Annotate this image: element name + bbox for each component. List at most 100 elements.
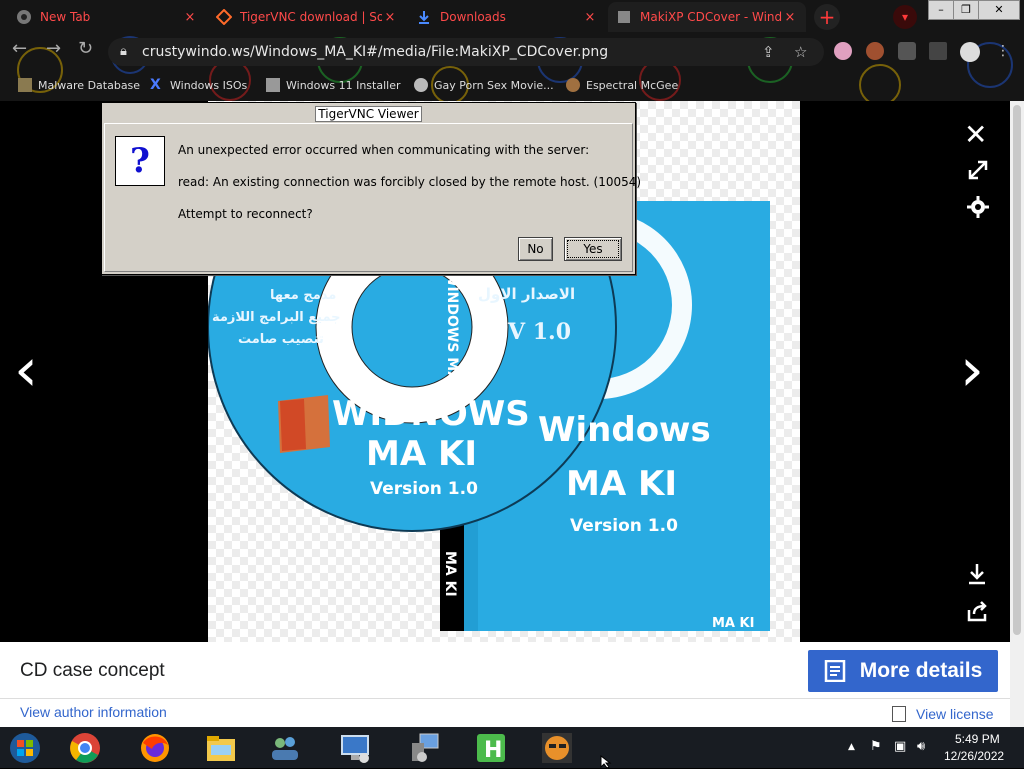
browser-chrome: New Tab × TigerVNC download | Sou × Down… <box>0 0 1024 101</box>
previous-image-icon[interactable]: ‹ <box>14 340 38 400</box>
view-license-label: View license <box>916 706 994 722</box>
mouse-cursor-icon <box>600 755 612 769</box>
flag-icon[interactable]: ⚑ <box>870 739 882 754</box>
box-brand: MA KI <box>712 616 754 631</box>
bookmarks-bar: Malware Database X Windows ISOs Windows … <box>0 72 1024 98</box>
dialog-message-line-3: Attempt to reconnect? <box>178 207 313 221</box>
network-icon[interactable]: ▣ <box>894 739 906 754</box>
file-details-icon <box>824 660 845 682</box>
share-icon[interactable]: ⇪ <box>762 43 775 61</box>
view-author-link[interactable]: View author information <box>20 704 167 720</box>
box-title-1: Windows <box>538 410 711 450</box>
disc-arabic-line-2: جميع البرامج اللازمة <box>212 310 341 325</box>
tab-search-icon[interactable]: ▾ <box>893 5 917 29</box>
spine-bottom-text: MA KI <box>442 551 458 597</box>
tab-close-icon[interactable]: × <box>382 10 398 25</box>
network-tool-taskbar-icon[interactable] <box>408 731 442 765</box>
chrome-icon <box>17 10 31 24</box>
bookmark-windows-isos[interactable]: X Windows ISOs <box>150 75 247 95</box>
back-icon[interactable]: ← <box>12 38 27 66</box>
box-title-2: MA KI <box>566 464 677 504</box>
dialog-body: ? An unexpected error occurred when comm… <box>104 123 641 272</box>
tab-close-icon[interactable]: × <box>182 10 198 25</box>
box-version: Version 1.0 <box>570 516 678 536</box>
tab-title: Downloads <box>440 10 506 24</box>
chrome-taskbar-icon[interactable] <box>68 731 102 765</box>
dialog-message-line-1: An unexpected error occurred when commun… <box>178 143 590 157</box>
tab-downloads[interactable]: Downloads × <box>408 2 606 32</box>
tigervnc-taskbar-icon[interactable] <box>540 731 574 765</box>
tab-title: New Tab <box>40 10 91 24</box>
share-icon[interactable] <box>966 600 990 626</box>
fullscreen-icon[interactable] <box>966 158 990 186</box>
box-arabic: الاصدار الاول <box>478 285 575 303</box>
divider <box>0 698 1010 699</box>
next-image-icon[interactable]: › <box>960 340 984 400</box>
remote-desktop-taskbar-icon[interactable] <box>338 731 372 765</box>
tab-makixp-cdcover[interactable]: MakiXP CDCover - Windo × <box>608 2 806 32</box>
bookmark-movie[interactable]: Gay Porn Sex Movie... <box>414 75 554 95</box>
taskbar: H ▲ ⚑ ▣ 🔊︎ 5:49 PM 12/26/2022 <box>0 727 1024 768</box>
diamond-icon <box>216 9 232 25</box>
h-app-taskbar-icon[interactable]: H <box>474 731 508 765</box>
bookmark-icon <box>18 78 32 92</box>
menu-icon[interactable]: ⋮ <box>996 42 1010 60</box>
bookmark-icon <box>266 78 280 92</box>
x-icon: X <box>150 77 161 93</box>
no-button[interactable]: No <box>518 237 553 261</box>
tab-title: MakiXP CDCover - Windo <box>640 10 782 24</box>
extension-icon[interactable] <box>834 42 852 60</box>
bookmark-star-icon[interactable]: ☆ <box>794 43 807 61</box>
settings-gear-icon[interactable] <box>966 195 990 223</box>
bookmark-malware-database[interactable]: Malware Database <box>18 75 140 95</box>
minimize-button[interactable]: – <box>928 0 954 20</box>
bookmark-espectral-mcgee[interactable]: Espectral McGee <box>566 75 678 95</box>
bookmark-label: Windows 11 Installer <box>286 78 401 92</box>
users-taskbar-icon[interactable] <box>268 731 302 765</box>
disc-arabic-line-1: مدمج معها <box>270 288 336 303</box>
reload-icon[interactable]: ↻ <box>78 38 93 66</box>
tab-tigervnc[interactable]: TigerVNC download | Sou × <box>208 2 406 32</box>
clock-time[interactable]: 5:49 PM <box>955 732 1000 746</box>
new-tab-button[interactable]: + <box>814 4 840 30</box>
scrollbar-thumb[interactable] <box>1013 105 1021 635</box>
license-icon <box>892 706 906 722</box>
tab-title: TigerVNC download | Sou <box>240 10 382 24</box>
disc-version: Version 1.0 <box>370 479 478 499</box>
file-explorer-taskbar-icon[interactable] <box>204 731 238 765</box>
bookmark-icon <box>566 78 580 92</box>
page-scrollbar[interactable] <box>1010 101 1024 727</box>
start-button[interactable] <box>8 731 42 765</box>
url-text[interactable]: crustywindo.ws/Windows_MA_KI#/media/File… <box>142 44 608 60</box>
firefox-taskbar-icon[interactable] <box>138 731 172 765</box>
profile-avatar[interactable] <box>960 42 980 62</box>
maximize-button[interactable]: ❐ <box>953 0 979 20</box>
tray-chevron-icon[interactable]: ▲ <box>848 742 855 752</box>
dialog-message-line-2: read: An existing connection was forcibl… <box>178 175 642 189</box>
sidebar-icon[interactable] <box>929 42 947 60</box>
svg-text:H: H <box>484 738 502 763</box>
tab-new-tab[interactable]: New Tab × <box>8 2 206 32</box>
caption-bar: CD case concept More details View author… <box>0 642 1010 727</box>
tab-close-icon[interactable]: × <box>582 10 598 25</box>
close-viewer-icon[interactable]: ✕ <box>964 118 987 151</box>
dialog-titlebar[interactable]: TigerVNC Viewer <box>102 103 635 122</box>
close-window-button[interactable]: ✕ <box>978 0 1020 20</box>
extension-icon[interactable] <box>866 42 884 60</box>
volume-icon[interactable]: 🔊︎ <box>917 739 925 754</box>
yes-button[interactable]: Yes <box>564 237 622 261</box>
puzzle-icon[interactable] <box>898 42 916 60</box>
forward-icon[interactable]: → <box>46 38 61 66</box>
view-license-link[interactable]: View license <box>892 706 994 722</box>
more-details-button[interactable]: More details <box>808 650 998 692</box>
address-bar[interactable]: 🔒︎ crustywindo.ws/Windows_MA_KI#/media/F… <box>108 38 824 66</box>
bookmark-windows-11-installer[interactable]: Windows 11 Installer <box>266 75 401 95</box>
clock-date[interactable]: 12/26/2022 <box>944 749 1004 763</box>
question-icon: ? <box>115 136 165 186</box>
dialog-title: TigerVNC Viewer <box>315 106 422 122</box>
download-icon[interactable] <box>966 562 988 590</box>
download-icon <box>419 11 429 24</box>
bookmark-label: Windows ISOs <box>170 78 248 92</box>
bookmark-label: Gay Porn Sex Movie... <box>434 78 554 92</box>
tab-close-icon[interactable]: × <box>782 10 798 25</box>
